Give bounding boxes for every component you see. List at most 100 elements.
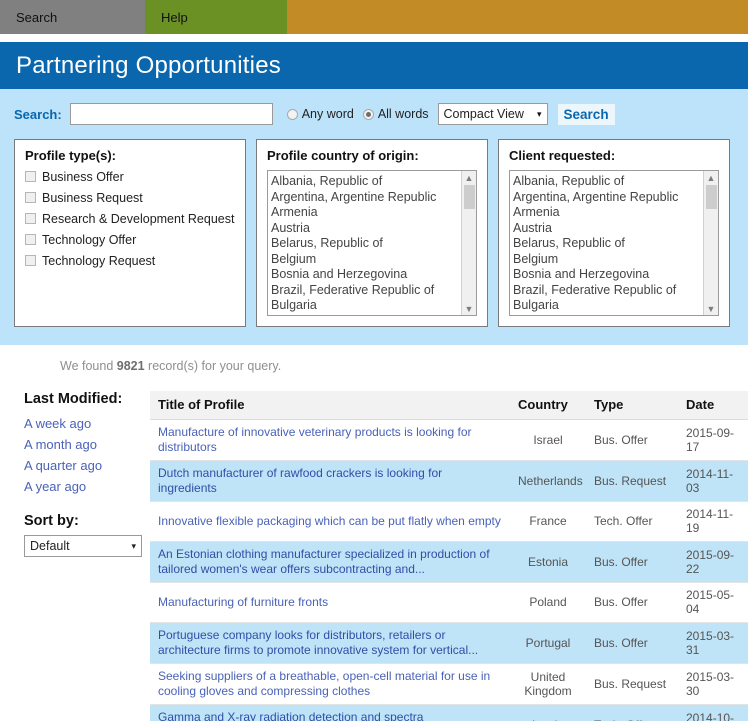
profile-country-options[interactable]: Albania, Republic of Argentina, Argentin… <box>268 171 476 316</box>
cell-title: Manufacture of innovative veterinary pro… <box>150 419 510 461</box>
scrollbar-thumb[interactable] <box>706 185 717 209</box>
list-item[interactable]: Bulgaria <box>271 298 476 314</box>
checkbox-business-request[interactable]: Business Request <box>25 191 235 205</box>
checkbox-icon[interactable] <box>25 234 36 245</box>
cell-country: Israel <box>510 419 586 461</box>
profile-link[interactable]: Gamma and X-ray radiation detection and … <box>158 710 502 721</box>
list-item[interactable]: Canada <box>513 314 718 316</box>
radio-any-word[interactable]: Any word <box>286 107 354 121</box>
table-row[interactable]: Seeking suppliers of a breathable, open-… <box>150 663 748 705</box>
list-item[interactable]: Belarus, Republic of <box>513 236 718 252</box>
list-item[interactable]: Armenia <box>271 205 476 221</box>
table-row[interactable]: Portuguese company looks for distributor… <box>150 622 748 664</box>
nav-tab-help-label: Help <box>161 9 188 25</box>
profile-link[interactable]: Manufacturing of furniture fronts <box>158 595 502 610</box>
scroll-down-icon[interactable]: ▼ <box>707 302 716 315</box>
profile-link[interactable]: Portuguese company looks for distributor… <box>158 628 502 657</box>
profile-link[interactable]: An Estonian clothing manufacturer specia… <box>158 547 502 576</box>
profile-country-scrollbar[interactable]: ▲ ▼ <box>461 171 476 315</box>
cell-country: Latvia <box>510 704 586 721</box>
list-item[interactable]: Brazil, Federative Republic of <box>271 283 476 299</box>
checkbox-icon[interactable] <box>25 192 36 203</box>
profile-link[interactable]: Manufacture of innovative veterinary pro… <box>158 425 502 454</box>
checkbox-technology-request-label: Technology Request <box>42 254 156 268</box>
cell-date: 2015-09-17 <box>678 419 748 461</box>
checkbox-icon[interactable] <box>25 171 36 182</box>
checkbox-business-offer[interactable]: Business Offer <box>25 170 235 184</box>
checkbox-icon[interactable] <box>25 213 36 224</box>
table-row[interactable]: Innovative flexible packaging which can … <box>150 501 748 542</box>
cell-type: Bus. Offer <box>586 419 678 461</box>
list-item[interactable]: Austria <box>513 221 718 237</box>
filter-link-week[interactable]: A week ago <box>24 413 150 434</box>
filter-link-year[interactable]: A year ago <box>24 476 150 497</box>
table-row[interactable]: Manufacture of innovative veterinary pro… <box>150 419 748 461</box>
cell-title: Dutch manufacturer of rawfood crackers i… <box>150 460 510 502</box>
list-item[interactable]: Bulgaria <box>513 298 718 314</box>
radio-any-word-label: Any word <box>301 107 354 121</box>
profile-country-listbox[interactable]: Albania, Republic of Argentina, Argentin… <box>267 170 477 316</box>
checkbox-technology-request[interactable]: Technology Request <box>25 254 235 268</box>
radio-any-word-icon[interactable] <box>286 108 298 120</box>
column-header-country[interactable]: Country <box>510 391 586 420</box>
radio-all-words-icon[interactable] <box>362 108 374 120</box>
list-item[interactable]: Argentina, Argentine Republic <box>271 190 476 206</box>
scroll-up-icon[interactable]: ▲ <box>465 171 474 184</box>
list-item[interactable]: Brazil, Federative Republic of <box>513 283 718 299</box>
cell-type: Tech. Offer <box>586 501 678 542</box>
column-header-type[interactable]: Type <box>586 391 678 420</box>
table-row[interactable]: An Estonian clothing manufacturer specia… <box>150 541 748 583</box>
search-input[interactable] <box>69 103 273 125</box>
cell-country: United Kingdom <box>510 663 586 705</box>
cell-type: Bus. Offer <box>586 582 678 623</box>
column-header-title[interactable]: Title of Profile <box>150 391 510 420</box>
view-mode-select[interactable]: Compact View ▾ <box>437 103 548 125</box>
last-modified-title: Last Modified: <box>24 391 123 407</box>
scrollbar-thumb[interactable] <box>464 185 475 209</box>
nav-tab-help[interactable]: Help <box>145 0 287 34</box>
checkbox-icon[interactable] <box>25 255 36 266</box>
cell-title: Portuguese company looks for distributor… <box>150 622 510 664</box>
filter-profile-types: Profile type(s): Business Offer Business… <box>14 139 246 327</box>
results-area: Last Modified: A week ago A month ago A … <box>0 373 748 721</box>
page-title: Partnering Opportunities <box>16 51 281 79</box>
result-count-number: 9821 <box>116 359 145 373</box>
cell-date: 2014-10-24 <box>678 704 748 721</box>
list-item[interactable]: Bosnia and Herzegovina <box>513 267 718 283</box>
nav-tab-search[interactable]: Search <box>0 0 145 34</box>
client-requested-options[interactable]: Albania, Republic of Argentina, Argentin… <box>510 171 718 316</box>
scroll-down-icon[interactable]: ▼ <box>465 302 474 315</box>
sort-by-select[interactable]: Default ▾ <box>24 535 142 557</box>
scroll-up-icon[interactable]: ▲ <box>707 171 716 184</box>
list-item[interactable]: Argentina, Argentine Republic <box>513 190 718 206</box>
list-item[interactable]: Bosnia and Herzegovina <box>271 267 476 283</box>
list-item[interactable]: Belgium <box>513 252 718 268</box>
search-controls-row: Search: Any word All words Compact View … <box>10 99 738 129</box>
list-item[interactable]: Armenia <box>513 205 718 221</box>
profile-link[interactable]: Innovative flexible packaging which can … <box>158 514 502 529</box>
list-item[interactable]: Albania, Republic of <box>271 174 476 190</box>
filter-link-month[interactable]: A month ago <box>24 434 150 455</box>
checkbox-research-development-request[interactable]: Research & Development Request <box>25 212 235 226</box>
client-requested-listbox[interactable]: Albania, Republic of Argentina, Argentin… <box>509 170 719 316</box>
search-button[interactable]: Search <box>557 103 615 125</box>
checkbox-research-development-request-label: Research & Development Request <box>42 212 235 226</box>
profile-link[interactable]: Dutch manufacturer of rawfood crackers i… <box>158 466 502 495</box>
list-item[interactable]: Austria <box>271 221 476 237</box>
column-header-date[interactable]: Date <box>678 391 748 420</box>
list-item[interactable]: Canada <box>271 314 476 316</box>
table-row[interactable]: Gamma and X-ray radiation detection and … <box>150 704 748 721</box>
table-row[interactable]: Manufacturing of furniture fronts Poland… <box>150 582 748 623</box>
list-item[interactable]: Albania, Republic of <box>513 174 718 190</box>
table-row[interactable]: Dutch manufacturer of rawfood crackers i… <box>150 460 748 502</box>
client-requested-scrollbar[interactable]: ▲ ▼ <box>703 171 718 315</box>
nav-filler <box>287 0 748 34</box>
list-item[interactable]: Belgium <box>271 252 476 268</box>
list-item[interactable]: Belarus, Republic of <box>271 236 476 252</box>
checkbox-technology-offer[interactable]: Technology Offer <box>25 233 235 247</box>
radio-all-words[interactable]: All words <box>362 107 429 121</box>
profile-link[interactable]: Seeking suppliers of a breathable, open-… <box>158 669 502 698</box>
filter-client-requested: Client requested: Albania, Republic of A… <box>498 139 730 327</box>
view-mode-value: Compact View <box>443 107 524 121</box>
filter-link-quarter[interactable]: A quarter ago <box>24 455 150 476</box>
